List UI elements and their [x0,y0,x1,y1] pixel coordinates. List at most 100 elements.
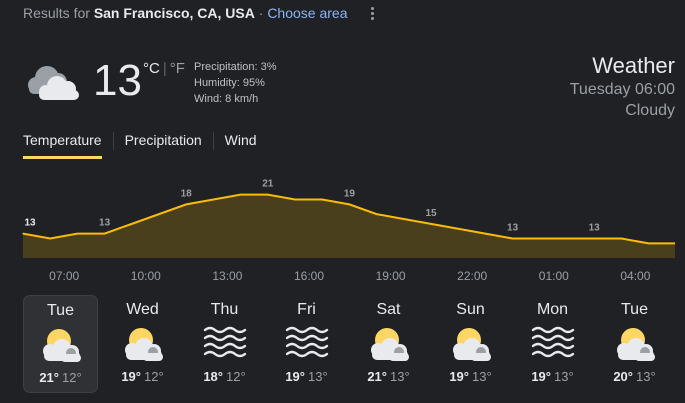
temperature-chart: 13 13 18 21 19 15 13 13 [22,179,675,258]
hour-tick-label: 04:00 [620,269,651,283]
forecast-low: 12° [226,369,246,384]
temperature-point [185,203,187,205]
forecast-day-card[interactable]: Mon 19° 13° [515,295,590,393]
fog-icon [529,325,577,363]
location-separator: · [258,5,264,21]
temperature-point [593,237,595,240]
temperature-point [49,237,51,240]
hour-tick-label: 10:00 [130,269,161,283]
weather-condition: Cloudy [625,102,675,119]
hour-axis: 07:00 10:00 13:00 16:00 19:00 22:00 01:00 04:00 [0,269,685,285]
tab-temperature[interactable]: Temperature [23,131,102,159]
fog-icon [201,325,249,363]
daily-forecast: Tue 21° 12° Wed 19° 12° Thu 18° 12° Fri 19° 13° Sat 2… [23,295,678,393]
hour-tick-label: 16:00 [293,269,325,283]
partly-cloudy-icon [37,326,85,364]
forecast-temps: 19° 12° [105,369,180,384]
weather-details: Precipitation: 3% Humidity: 95% Wind: 8 … [194,59,277,107]
temperature-point [403,218,405,220]
forecast-day-name: Mon [536,301,569,318]
forecast-temps: 19° 13° [269,369,344,384]
partly-cloudy-icon [365,325,413,363]
temperature-data-label: 13 [99,218,111,229]
forecast-temps: 18° 12° [187,369,262,384]
forecast-temps: 21° 12° [24,370,97,385]
forecast-day-card[interactable]: Tue 20° 13° [597,295,672,393]
temperature-point [267,194,269,196]
celsius-toggle[interactable]: °C [143,60,160,77]
forecast-low: 13° [636,369,656,384]
forecast-day-card[interactable]: Sun 19° 13° [433,295,508,393]
forecast-day-card[interactable]: Fri 19° 13° [269,295,344,393]
forecast-high: 21° [367,369,387,384]
forecast-day-name: Sun [456,301,485,318]
results-prefix: Results for [23,5,90,21]
temperature-point [457,228,459,230]
temperature-point [430,223,432,225]
forecast-high: 21° [39,370,59,385]
forecast-day-name: Fri [297,301,316,318]
temperature-data-label: 21 [262,179,274,190]
weather-datetime: Tuesday 06:00 [569,81,675,98]
hour-tick-label: 22:00 [457,269,488,283]
temperature-point [648,242,650,244]
location-name: San Francisco, CA, USA [93,5,255,21]
forecast-high: 20° [613,369,633,384]
hour-tick-label: 01:00 [538,269,569,283]
forecast-temps: 20° 13° [597,369,672,384]
forecast-high: 19° [449,369,469,384]
temperature-point [104,233,106,235]
temperature-point [158,213,160,215]
tab-divider [212,132,214,150]
tab-precipitation[interactable]: Precipitation [125,131,202,159]
temperature-data-label: 18 [181,188,193,199]
forecast-day-name: Thu [210,301,239,318]
hour-tick-label: 07:00 [49,269,80,283]
hour-tick-label: 19:00 [375,269,406,283]
choose-area-link[interactable]: Choose area [267,5,347,21]
unit-separator: | [162,60,167,77]
temperature-point [511,237,514,240]
hour-tick-label: 13:00 [212,269,243,283]
forecast-day-card[interactable]: Thu 18° 12° [187,295,262,393]
fahrenheit-toggle[interactable]: °F [170,60,185,77]
partly-cloudy-icon [447,325,495,363]
chart-tabs: Temperature Precipitation Wind [23,131,257,159]
forecast-low: 13° [472,369,492,384]
temperature-data-label: 15 [425,208,437,219]
forecast-high: 19° [285,369,305,384]
temperature-point [212,198,214,201]
current-temperature: 13 [93,56,142,105]
cloudy-icon [28,66,79,100]
temperature-data-label: 13 [507,223,519,234]
temperature-point [294,198,296,201]
weather-summary: Weather Tuesday 06:00 Cloudy [570,53,675,121]
forecast-day-name: Sat [376,301,401,318]
temperature-point [484,233,486,235]
forecast-high: 19° [531,369,551,384]
forecast-day-card[interactable]: Sat 21° 13° [351,295,426,393]
forecast-low: 12° [144,369,164,384]
forecast-day-card[interactable]: Tue 21° 12° [23,295,98,393]
forecast-day-name: Tue [621,301,648,318]
temperature-point [348,203,350,205]
forecast-day-card[interactable]: Wed 19° 12° [105,295,180,393]
partly-cloudy-icon [119,325,167,363]
temperature-point [376,213,378,215]
forecast-temps: 19° 13° [515,369,590,384]
temperature-data-label: 19 [344,188,356,199]
tab-wind[interactable]: Wind [225,131,257,159]
more-options-icon[interactable] [365,4,379,22]
forecast-day-name: Wed [126,301,159,318]
forecast-high: 19° [121,369,141,384]
weather-title: Weather [592,53,675,78]
forecast-temps: 21° 13° [351,369,426,384]
temperature-point [22,233,24,235]
unit-toggle: °C | °F [143,60,185,77]
fog-icon [283,325,331,363]
temperature-point [566,237,568,240]
temperature-data-label: 13 [589,223,601,234]
forecast-low: 12° [62,370,82,385]
forecast-high: 18° [203,369,223,384]
location-line: Results for San Francisco, CA, USA · Cho… [23,5,347,21]
